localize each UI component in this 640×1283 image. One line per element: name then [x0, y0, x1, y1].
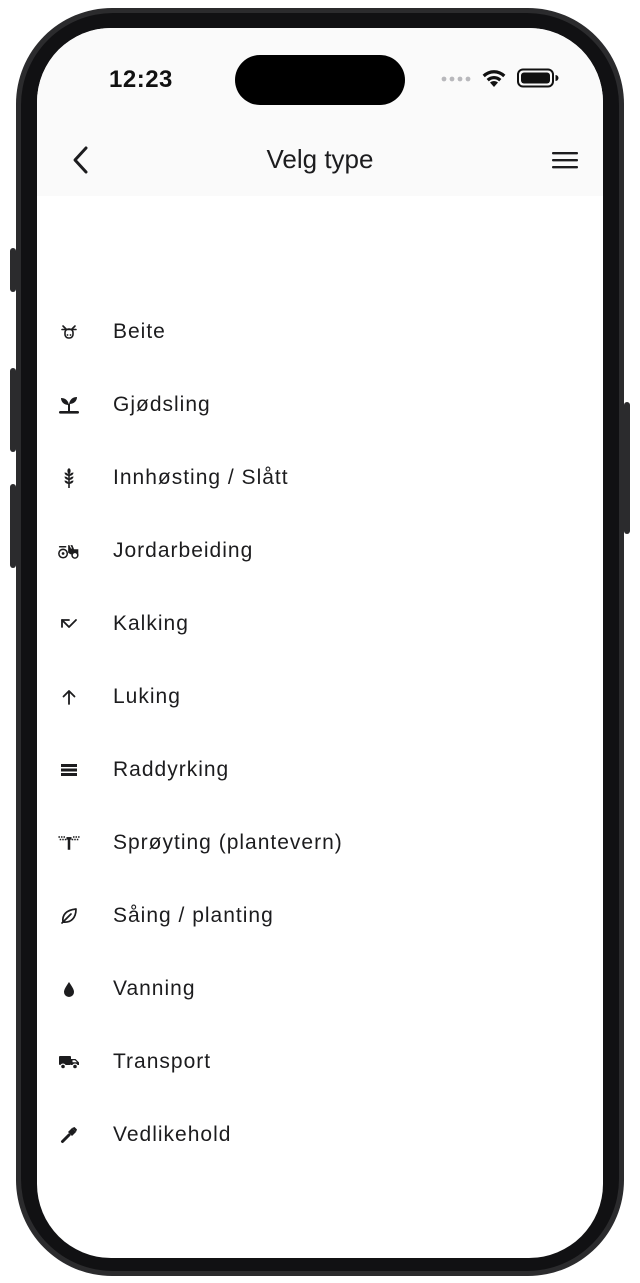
action-button	[10, 248, 16, 292]
list-item-label: Kalking	[113, 611, 189, 635]
list-item-label: Luking	[113, 684, 181, 708]
list-item-vedlikehold[interactable]: Vedlikehold	[37, 1098, 603, 1171]
cellular-signal-icon	[441, 76, 471, 82]
volume-up-button	[10, 368, 16, 452]
rows-icon	[61, 763, 77, 776]
list-item-kalking[interactable]: Kalking	[37, 587, 603, 660]
battery-icon	[517, 68, 559, 88]
list-item-label: Beite	[113, 319, 166, 343]
navigation-bar: Velg type	[37, 128, 603, 196]
truck-icon	[59, 1055, 79, 1070]
dynamic-island	[235, 55, 405, 105]
list-item-innhosting[interactable]: Innhøsting / Slått	[37, 441, 603, 514]
list-item-label: Vanning	[113, 976, 196, 1000]
list-item-saing[interactable]: Såing / planting	[37, 879, 603, 952]
sprout-icon	[59, 396, 79, 414]
tractor-icon	[58, 544, 79, 559]
hamburger-menu-icon	[552, 152, 578, 169]
screen: 12:23 Velg type Beite Gjødsling Innhøsti…	[37, 28, 603, 1258]
list-item-label: Raddyrking	[113, 757, 230, 781]
list-item-label: Såing / planting	[113, 903, 274, 927]
list-item-label: Innhøsting / Slått	[113, 465, 289, 489]
list-item-label: Sprøyting (plantevern)	[113, 830, 343, 854]
list-item-sproyting[interactable]: Sprøyting (plantevern)	[37, 806, 603, 879]
list-item-beite[interactable]: Beite	[37, 295, 603, 368]
type-list: Beite Gjødsling Innhøsting / Slått Jorda…	[37, 295, 603, 1171]
power-button	[624, 402, 630, 534]
list-item-vanning[interactable]: Vanning	[37, 952, 603, 1025]
arrow-up-icon	[62, 689, 76, 705]
page-title: Velg type	[266, 144, 374, 174]
list-item-luking[interactable]: Luking	[37, 660, 603, 733]
menu-button[interactable]	[545, 140, 585, 180]
status-time: 12:23	[109, 66, 173, 93]
list-item-transport[interactable]: Transport	[37, 1025, 603, 1098]
volume-down-button	[10, 484, 16, 568]
water-drop-icon	[64, 981, 74, 997]
trend-arrow-icon	[61, 618, 77, 628]
list-item-label: Jordarbeiding	[113, 538, 254, 562]
hammer-icon	[61, 1126, 77, 1143]
list-item-label: Gjødsling	[113, 392, 211, 416]
wifi-icon	[482, 70, 506, 87]
wheat-icon	[64, 467, 74, 488]
sprayer-icon	[58, 835, 80, 850]
list-item-gjodsling[interactable]: Gjødsling	[37, 368, 603, 441]
status-bar: 12:23	[37, 28, 603, 128]
cow-icon	[61, 324, 77, 339]
leaf-icon	[61, 907, 77, 924]
list-item-jordarbeiding[interactable]: Jordarbeiding	[37, 514, 603, 587]
list-item-raddyrking[interactable]: Raddyrking	[37, 733, 603, 806]
status-icons	[441, 68, 559, 88]
list-item-label: Vedlikehold	[113, 1122, 232, 1146]
list-item-label: Transport	[113, 1049, 212, 1073]
